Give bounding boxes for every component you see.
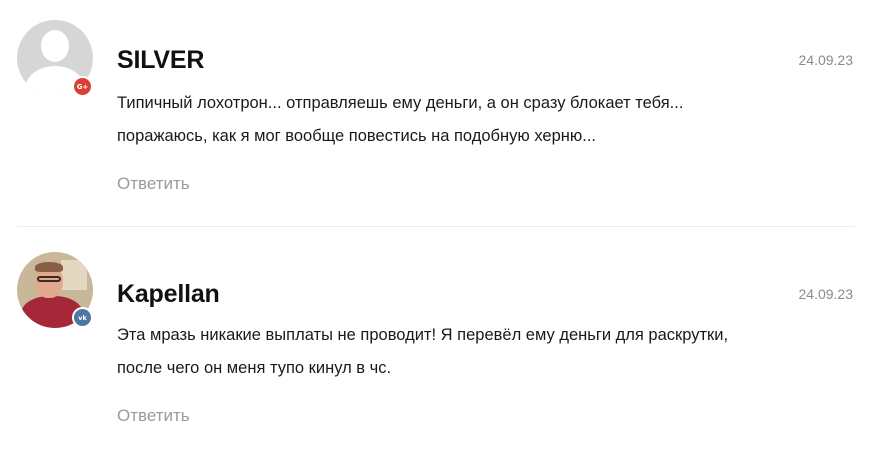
avatar[interactable]: vk	[17, 252, 93, 328]
comment-text-line: после чего он меня тупо кинул в чс.	[117, 359, 392, 377]
comment-text: Эта мразь никакие выплаты не проводит! Я…	[117, 319, 862, 385]
comment-divider	[17, 226, 855, 227]
comment-date: 24.09.23	[798, 286, 854, 302]
comment-text: Типичный лохотрон... отправляешь ему ден…	[117, 87, 862, 153]
avatar[interactable]: G+	[17, 20, 93, 97]
comment-text-line: поражаюсь, как я мог вообще повестись на…	[117, 127, 596, 145]
comment-author: SILVER	[117, 46, 205, 74]
reply-button[interactable]: Ответить	[117, 406, 190, 426]
reply-button[interactable]: Ответить	[117, 174, 190, 194]
comments-list: G+ SILVER 24.09.23 Типичный лохотрон... …	[0, 0, 880, 451]
comment-item: vk Kapellan 24.09.23 Эта мразь никакие в…	[0, 233, 880, 451]
comment-text-line: Типичный лохотрон... отправляешь ему ден…	[117, 94, 684, 112]
comment-item: G+ SILVER 24.09.23 Типичный лохотрон... …	[0, 0, 880, 226]
comment-text-line: Эта мразь никакие выплаты не проводит! Я…	[117, 326, 729, 344]
comment-date: 24.09.23	[798, 52, 854, 68]
google-plus-icon: G+	[72, 76, 93, 97]
vk-icon: vk	[72, 307, 93, 328]
comment-author: Kapellan	[117, 280, 220, 308]
